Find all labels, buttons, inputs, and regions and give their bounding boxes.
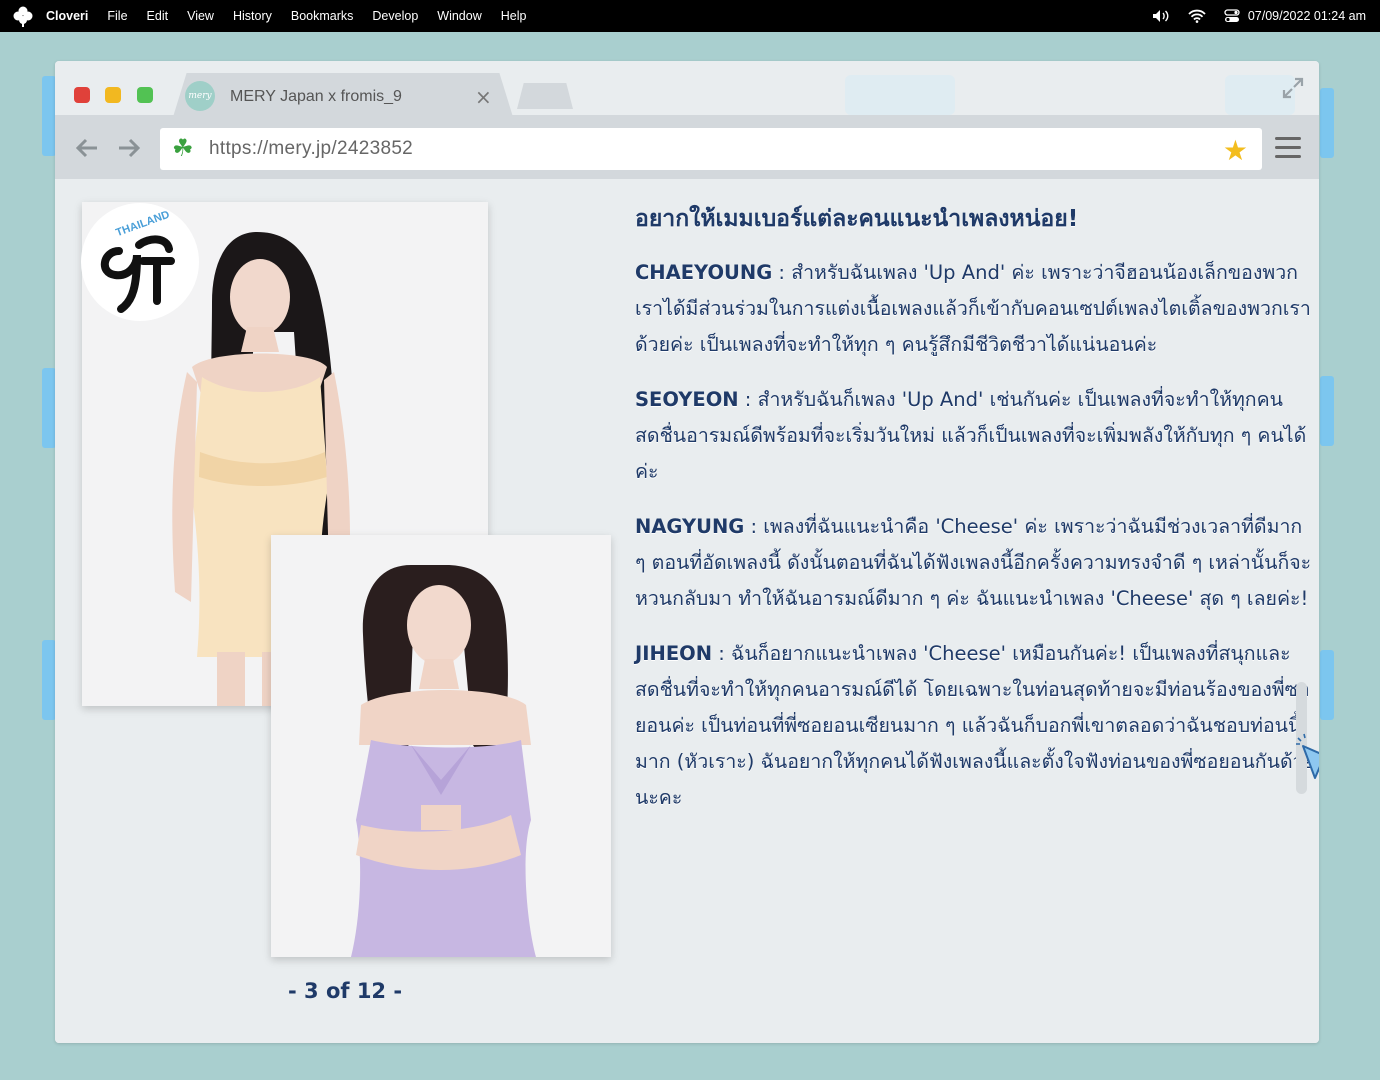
tab-close-icon[interactable]: × <box>475 85 492 109</box>
separator: : <box>744 515 764 538</box>
separator: : <box>738 388 758 411</box>
menu-help[interactable]: Help <box>501 9 527 23</box>
maximize-window-button[interactable] <box>137 87 153 103</box>
paragraph-jiheon: JIHEON : ฉันก็อยากแนะนำเพลง 'Cheese' เหม… <box>635 636 1315 816</box>
member-name: JIHEON <box>635 642 713 665</box>
article: อยากให้เมมเบอร์แต่ละคนแนะนำเพลงหน่อย! CH… <box>635 201 1315 835</box>
wifi-icon[interactable] <box>1188 9 1206 23</box>
menu-file[interactable]: File <box>107 9 127 23</box>
folder-tab-decoration <box>1320 650 1334 720</box>
clover-favicon-icon: ☘ <box>172 134 194 162</box>
browser-window: mery MERY Japan x fromis_9 × ☘ https://m… <box>55 61 1319 1043</box>
separator: : <box>772 261 792 284</box>
clover-logo-icon[interactable] <box>12 5 34 27</box>
minimize-window-button[interactable] <box>105 87 121 103</box>
expand-icon[interactable] <box>1281 76 1305 100</box>
folder-decoration <box>845 75 955 115</box>
tab-bar: mery MERY Japan x fromis_9 × <box>55 61 1319 117</box>
toolbar: ☘ https://mery.jp/2423852 ★ <box>55 115 1319 179</box>
close-window-button[interactable] <box>74 87 90 103</box>
volume-icon[interactable] <box>1152 9 1170 23</box>
folder-tab-decoration <box>42 368 56 448</box>
menubar: Cloveri File Edit View History Bookmarks… <box>0 0 1380 32</box>
forward-arrow-icon[interactable] <box>117 137 141 159</box>
member-name: NAGYUNG <box>635 515 745 538</box>
folder-tab-decoration <box>42 640 56 720</box>
member-name: SEOYEON <box>635 388 739 411</box>
toggle-icon[interactable] <box>1224 9 1240 23</box>
mouse-cursor-icon <box>1296 733 1319 779</box>
photo-member-2 <box>271 535 611 957</box>
page-indicator: - 3 of 12 - <box>288 979 403 1003</box>
paragraph-nagyung: NAGYUNG : เพลงที่ฉันแนะนำคือ 'Cheese' ค่… <box>635 509 1315 617</box>
address-bar[interactable]: ☘ https://mery.jp/2423852 ★ <box>160 128 1262 170</box>
member-name: CHAEYOUNG <box>635 261 773 284</box>
page-content: THAILAND - 3 of 12 - อยากให้เมมเบอร์แต่ล… <box>55 179 1319 1043</box>
hamburger-menu-icon[interactable] <box>1275 137 1301 164</box>
tab-mery[interactable]: mery MERY Japan x fromis_9 × <box>173 73 513 117</box>
menu-history[interactable]: History <box>233 9 272 23</box>
article-heading: อยากให้เมมเบอร์แต่ละคนแนะนำเพลงหน่อย! <box>635 206 1079 232</box>
menu-view[interactable]: View <box>187 9 214 23</box>
paragraph-text: ฉันก็อยากแนะนำเพลง 'Cheese' เหมือนกันค่ะ… <box>635 642 1315 809</box>
paragraph-chaeyoung: CHAEYOUNG : สำหรับฉันเพลง 'Up And' ค่ะ เ… <box>635 255 1315 363</box>
menu-bookmarks[interactable]: Bookmarks <box>291 9 354 23</box>
url-text[interactable]: https://mery.jp/2423852 <box>209 138 413 160</box>
folder-tab-decoration <box>1320 88 1334 158</box>
folder-tab-decoration <box>1320 376 1334 446</box>
paragraph-seoyeon: SEOYEON : สำหรับฉันก็เพลง 'Up And' เช่นก… <box>635 382 1315 490</box>
menu-edit[interactable]: Edit <box>147 9 169 23</box>
back-arrow-icon[interactable] <box>75 137 99 159</box>
menu-develop[interactable]: Develop <box>372 9 418 23</box>
fromis-thailand-logo: THAILAND <box>81 203 199 321</box>
folder-tab-decoration <box>42 76 56 156</box>
clock[interactable]: 07/09/2022 01:24 am <box>1248 9 1366 23</box>
mery-favicon-icon: mery <box>185 81 215 111</box>
menu-app-name[interactable]: Cloveri <box>46 9 88 23</box>
separator: : <box>712 642 732 665</box>
bookmark-star-icon[interactable]: ★ <box>1223 134 1248 167</box>
tab-title: MERY Japan x fromis_9 <box>230 88 402 105</box>
new-tab-button[interactable] <box>517 83 573 109</box>
svg-text:THAILAND: THAILAND <box>114 209 171 240</box>
menu-window[interactable]: Window <box>437 9 481 23</box>
